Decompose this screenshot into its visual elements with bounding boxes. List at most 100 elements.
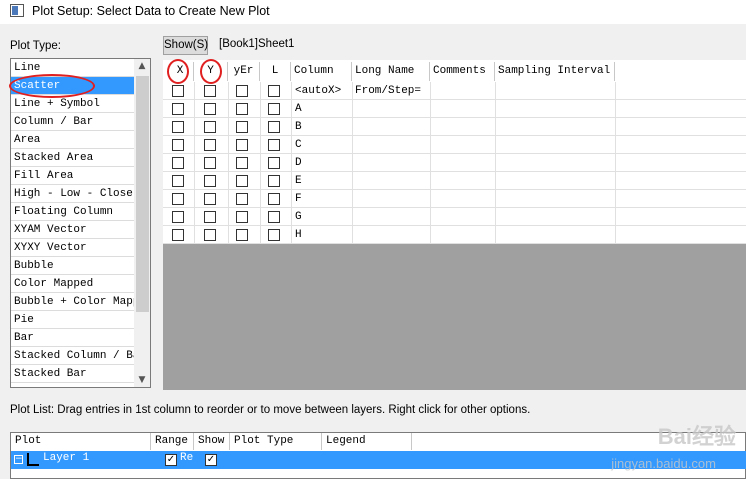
pl-header-range[interactable]: Range bbox=[151, 433, 194, 450]
watermark-url: jingyan.baidu.com bbox=[611, 456, 716, 471]
grid-row-divider bbox=[163, 207, 746, 208]
y-checkbox[interactable] bbox=[204, 85, 216, 97]
range-value[interactable]: Re bbox=[180, 452, 193, 464]
plot-type-item[interactable]: High - Low - Close bbox=[11, 185, 135, 203]
cell-column: G bbox=[295, 211, 302, 223]
plot-type-item[interactable]: Stacked Bar bbox=[11, 365, 135, 383]
l-checkbox[interactable] bbox=[268, 103, 280, 115]
layer-icon bbox=[27, 453, 39, 466]
l-checkbox[interactable] bbox=[268, 211, 280, 223]
plot-type-item[interactable]: Bar bbox=[11, 329, 135, 347]
y-checkbox[interactable] bbox=[204, 157, 216, 169]
yerr-checkbox[interactable] bbox=[236, 121, 248, 133]
cell-column: F bbox=[295, 193, 302, 205]
plot-type-list[interactable]: Line Scatter Line + Symbol Column / Bar Area… bbox=[10, 58, 151, 388]
pl-header-plot-type[interactable]: Plot Type bbox=[230, 433, 322, 450]
l-checkbox[interactable] bbox=[268, 175, 280, 187]
x-checkbox[interactable] bbox=[172, 175, 184, 187]
l-checkbox[interactable] bbox=[268, 85, 280, 97]
collapse-icon[interactable]: − bbox=[14, 455, 23, 464]
scroll-down-icon[interactable]: ▼ bbox=[134, 375, 150, 385]
window-title: Plot Setup: Select Data to Create New Pl… bbox=[32, 4, 270, 18]
header-column[interactable]: Column bbox=[291, 62, 352, 81]
header-yerr[interactable]: yEr bbox=[228, 62, 260, 81]
yerr-checkbox[interactable] bbox=[236, 211, 248, 223]
grid-row-divider bbox=[163, 99, 746, 100]
x-checkbox[interactable] bbox=[172, 229, 184, 241]
yerr-checkbox[interactable] bbox=[236, 103, 248, 115]
yerr-checkbox[interactable] bbox=[236, 85, 248, 97]
header-sampling-interval[interactable]: Sampling Interval bbox=[495, 62, 615, 81]
plot-type-item[interactable]: XYXY Vector bbox=[11, 239, 135, 257]
cell-long-name: From/Step= bbox=[355, 85, 422, 97]
annotation-oval-y bbox=[200, 59, 222, 84]
l-checkbox[interactable] bbox=[268, 139, 280, 151]
data-grid-rows bbox=[163, 60, 746, 244]
header-long-name[interactable]: Long Name bbox=[352, 62, 430, 81]
header-comments[interactable]: Comments bbox=[430, 62, 495, 81]
plot-type-item[interactable]: Line + Symbol bbox=[11, 95, 135, 113]
plot-type-item[interactable]: Stacked Column / Bar bbox=[11, 347, 146, 365]
pl-header-plot[interactable]: Plot bbox=[11, 433, 151, 450]
x-checkbox[interactable] bbox=[172, 121, 184, 133]
x-checkbox[interactable] bbox=[172, 211, 184, 223]
plot-type-item[interactable]: Bubble + Color Mappe bbox=[11, 293, 146, 311]
x-checkbox[interactable] bbox=[172, 139, 184, 151]
grid-row-divider bbox=[163, 135, 746, 136]
plot-type-item[interactable]: Fill Area bbox=[11, 167, 135, 185]
l-checkbox[interactable] bbox=[268, 229, 280, 241]
annotation-oval-scatter bbox=[9, 74, 95, 98]
show-button[interactable]: Show(S) bbox=[163, 36, 208, 55]
l-checkbox[interactable] bbox=[268, 157, 280, 169]
y-checkbox[interactable] bbox=[204, 211, 216, 223]
range-checkbox[interactable]: ✓ bbox=[165, 454, 177, 466]
plot-type-item[interactable]: Pie bbox=[11, 311, 135, 329]
layer-name[interactable]: Layer 1 bbox=[43, 452, 89, 464]
plot-type-item[interactable]: Stacked Area bbox=[11, 149, 135, 167]
l-checkbox[interactable] bbox=[268, 193, 280, 205]
header-l[interactable]: L bbox=[260, 62, 291, 81]
pl-header-legend[interactable]: Legend bbox=[322, 433, 412, 450]
plot-type-item[interactable]: Bubble bbox=[11, 257, 135, 275]
app-icon bbox=[10, 4, 24, 17]
x-checkbox[interactable] bbox=[172, 85, 184, 97]
grid-row-divider bbox=[163, 243, 746, 244]
y-checkbox[interactable] bbox=[204, 229, 216, 241]
show-checkbox[interactable]: ✓ bbox=[205, 454, 217, 466]
grid-row-divider bbox=[163, 153, 746, 154]
yerr-checkbox[interactable] bbox=[236, 139, 248, 151]
grid-row-divider bbox=[163, 225, 746, 226]
yerr-checkbox[interactable] bbox=[236, 229, 248, 241]
x-checkbox[interactable] bbox=[172, 157, 184, 169]
grid-column-divider bbox=[291, 82, 292, 244]
plot-type-item[interactable]: XYAM Vector bbox=[11, 221, 135, 239]
grid-column-divider bbox=[615, 82, 616, 244]
grid-column-divider bbox=[430, 82, 431, 244]
plot-type-item[interactable]: Floating Column bbox=[11, 203, 135, 221]
x-checkbox[interactable] bbox=[172, 103, 184, 115]
grid-row-divider bbox=[163, 189, 746, 190]
data-source-label: [Book1]Sheet1 bbox=[219, 38, 295, 50]
y-checkbox[interactable] bbox=[204, 193, 216, 205]
plot-type-item[interactable]: Line bbox=[11, 59, 135, 77]
yerr-checkbox[interactable] bbox=[236, 157, 248, 169]
cell-column: A bbox=[295, 103, 302, 115]
yerr-checkbox[interactable] bbox=[236, 175, 248, 187]
l-checkbox[interactable] bbox=[268, 121, 280, 133]
pl-header-show[interactable]: Show bbox=[194, 433, 230, 450]
scroll-up-icon[interactable]: ▲ bbox=[134, 61, 150, 71]
plot-type-item[interactable]: Color Mapped bbox=[11, 275, 135, 293]
grid-column-divider bbox=[228, 82, 229, 244]
plot-list-label: Plot List: Drag entries in 1st column to… bbox=[10, 404, 531, 416]
cell-column: H bbox=[295, 229, 302, 241]
yerr-checkbox[interactable] bbox=[236, 193, 248, 205]
plot-type-item[interactable]: Column / Bar bbox=[11, 113, 135, 131]
x-checkbox[interactable] bbox=[172, 193, 184, 205]
y-checkbox[interactable] bbox=[204, 139, 216, 151]
y-checkbox[interactable] bbox=[204, 175, 216, 187]
cell-column: C bbox=[295, 139, 302, 151]
y-checkbox[interactable] bbox=[204, 121, 216, 133]
plot-type-item[interactable]: Area bbox=[11, 131, 135, 149]
y-checkbox[interactable] bbox=[204, 103, 216, 115]
scrollbar-thumb[interactable] bbox=[136, 76, 149, 312]
